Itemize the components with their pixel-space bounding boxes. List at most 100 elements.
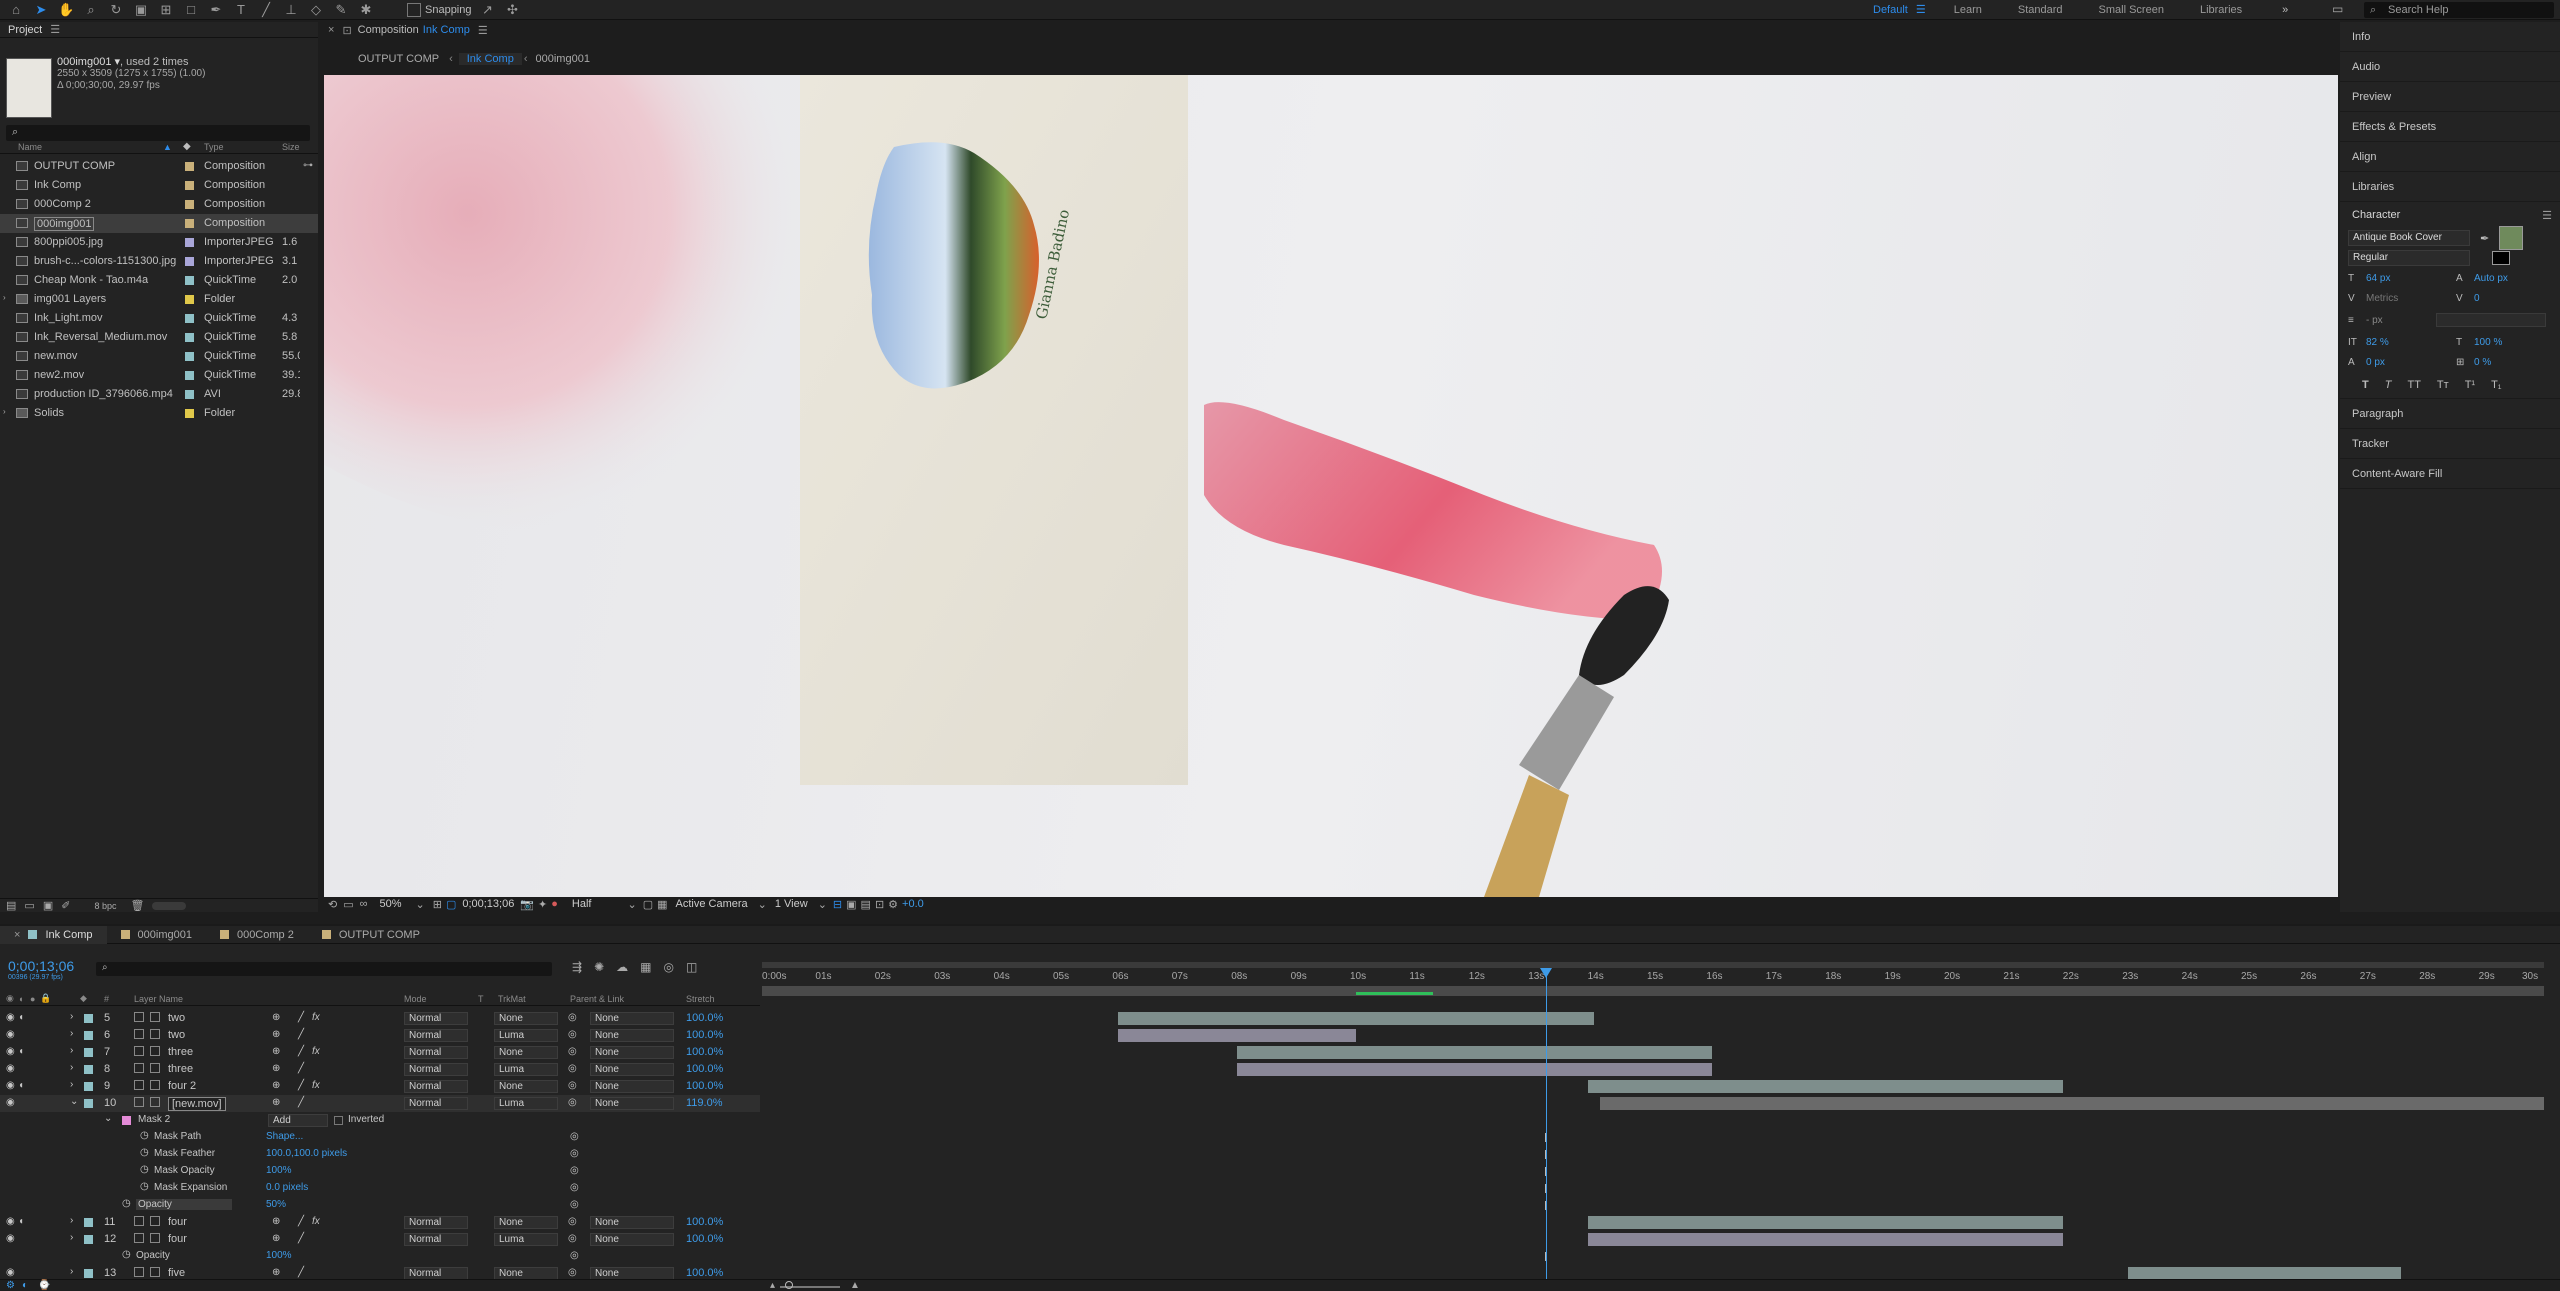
layer-row[interactable]: ◉ ◖ › 11 four ⊕ ╱ fx Normal None ◎ None 100.0%: [0, 1214, 760, 1231]
parent-pickwhip-icon[interactable]: ◎: [568, 1063, 577, 1074]
workspace-libraries[interactable]: Libraries: [2200, 4, 2242, 16]
label-swatch[interactable]: [185, 276, 194, 285]
layer-duration-bar[interactable]: [1237, 1046, 1713, 1059]
layer-label-swatch[interactable]: [84, 1269, 93, 1278]
stopwatch-icon[interactable]: ◷: [140, 1130, 149, 1141]
parent-pickwhip-icon[interactable]: ◎: [568, 1267, 577, 1278]
shy-switch-icon[interactable]: ⊕: [272, 1233, 280, 1244]
label-swatch[interactable]: [185, 238, 194, 247]
subscript-icon[interactable]: T₁: [2491, 379, 2501, 391]
search-help-input[interactable]: ⌕ Search Help: [2364, 2, 2554, 18]
trash-icon[interactable]: 🗑: [130, 899, 144, 912]
column-t[interactable]: T: [478, 994, 484, 1004]
shy-switch-icon[interactable]: ⊕: [272, 1097, 280, 1108]
transfer-controls-toggle-icon[interactable]: ◐: [22, 1280, 28, 1291]
resolution-dropdown[interactable]: Half: [572, 898, 592, 910]
project-settings-icon[interactable]: ✐: [61, 899, 70, 912]
project-item[interactable]: Ink_Light.mov QuickTime 4.3: [0, 309, 318, 328]
parent-dropdown[interactable]: None: [590, 1233, 674, 1246]
interpret-footage-icon[interactable]: ▤: [6, 899, 16, 912]
draft-3d-icon[interactable]: ✺: [594, 960, 604, 974]
faux-bold-icon[interactable]: T: [2362, 379, 2369, 391]
column-type[interactable]: Type: [204, 142, 224, 152]
camera-tool-icon[interactable]: ▣: [133, 2, 149, 18]
parent-pickwhip-icon[interactable]: ◎: [568, 1233, 577, 1244]
video-visibility-icon[interactable]: ◉: [6, 1063, 15, 1074]
project-item[interactable]: new.mov QuickTime 55.0: [0, 347, 318, 366]
parent-dropdown[interactable]: None: [590, 1080, 674, 1093]
panel-paragraph[interactable]: Paragraph: [2340, 399, 2560, 429]
column-mode[interactable]: Mode: [404, 994, 427, 1004]
quality-switch-icon[interactable]: ╱: [298, 1080, 304, 1091]
layer-switches-toggle-icon[interactable]: ⚙: [6, 1280, 15, 1291]
layer-label-swatch[interactable]: [84, 1048, 93, 1057]
shy-switch-icon[interactable]: ⊕: [272, 1267, 280, 1278]
new-composition-icon[interactable]: ▣: [43, 899, 53, 912]
fx-switch-icon[interactable]: fx: [312, 1046, 320, 1057]
clone-stamp-tool-icon[interactable]: ⊥: [283, 2, 299, 18]
parent-dropdown[interactable]: None: [590, 1029, 674, 1042]
column-stretch[interactable]: Stretch: [686, 994, 715, 1004]
label-swatch[interactable]: [185, 333, 194, 342]
audio-icon[interactable]: ◖: [18, 1216, 24, 1227]
stopwatch-icon[interactable]: ◷: [140, 1164, 149, 1175]
rectangle-tool-icon[interactable]: □: [183, 2, 199, 18]
parent-dropdown[interactable]: None: [590, 1216, 674, 1229]
chevron-right-icon[interactable]: ›: [70, 1062, 73, 1073]
layer-duration-bar[interactable]: [1118, 1012, 1594, 1025]
chevron-right-icon[interactable]: ›: [70, 1266, 73, 1277]
stretch-value[interactable]: 100.0%: [686, 1063, 723, 1075]
property-value[interactable]: Shape...: [266, 1131, 303, 1142]
property-value[interactable]: 100%: [266, 1165, 292, 1176]
video-visibility-icon[interactable]: ◉: [6, 1233, 15, 1244]
shy-switch-icon[interactable]: ⊕: [272, 1029, 280, 1040]
label-swatch[interactable]: [185, 314, 194, 323]
stretch-value[interactable]: 100.0%: [686, 1216, 723, 1228]
mask-color-swatch[interactable]: [122, 1116, 131, 1125]
stopwatch-icon[interactable]: ◷: [122, 1198, 131, 1209]
fill-color-swatch[interactable]: [2499, 226, 2524, 250]
viewer-timecode[interactable]: 0;00;13;06: [462, 898, 514, 910]
panel-toggle-icon[interactable]: ▭: [2332, 2, 2343, 16]
stroke-color-swatch[interactable]: [2492, 251, 2510, 265]
character-menu-icon[interactable]: ☰: [2542, 209, 2552, 222]
panel-audio[interactable]: Audio: [2340, 52, 2560, 82]
panel-libraries[interactable]: Libraries: [2340, 172, 2560, 202]
label-swatch[interactable]: [185, 162, 194, 171]
reset-exposure-icon[interactable]: ⚙: [888, 898, 898, 911]
layer-row[interactable]: ◉ › 8 three ⊕ ╱ Normal Luma ◎ None 100.0%: [0, 1061, 760, 1078]
layer-row[interactable]: ◉ ◖ › 9 four 2 ⊕ ╱ fx Normal None ◎ None 100.0%: [0, 1078, 760, 1095]
stretch-value[interactable]: 100.0%: [686, 1080, 723, 1092]
layer-label-swatch[interactable]: [84, 1235, 93, 1244]
parent-pickwhip-icon[interactable]: ◎: [568, 1046, 577, 1057]
timeline-zoom-handle[interactable]: [785, 1281, 793, 1289]
layer-label-swatch[interactable]: [84, 1065, 93, 1074]
video-visibility-icon[interactable]: ◉: [6, 1097, 15, 1108]
parent-pickwhip-icon[interactable]: ◎: [568, 1012, 577, 1023]
project-item[interactable]: new2.mov QuickTime 39.1: [0, 366, 318, 385]
quality-switch-icon[interactable]: ╱: [298, 1267, 304, 1278]
character-panel-title[interactable]: Character: [2352, 209, 2400, 221]
column-name[interactable]: Name: [18, 142, 42, 152]
snapping-checkbox[interactable]: [407, 2, 421, 17]
transparency-grid-icon[interactable]: ▦: [657, 898, 667, 911]
chevron-down-icon[interactable]: ⌄: [104, 1113, 112, 1124]
trkmat-dropdown[interactable]: Luma: [494, 1029, 558, 1042]
vertical-scale-value[interactable]: 82 %: [2366, 337, 2456, 348]
rotate-tool-icon[interactable]: ↻: [108, 2, 124, 18]
eraser-tool-icon[interactable]: ◇: [308, 2, 324, 18]
label-swatch[interactable]: [185, 390, 194, 399]
video-visibility-icon[interactable]: ◉: [6, 1046, 15, 1057]
eyedropper-icon[interactable]: ✒: [2480, 232, 2489, 245]
always-preview-icon[interactable]: ⟲: [328, 898, 337, 911]
close-tab-icon[interactable]: ×: [328, 24, 334, 36]
font-style-dropdown[interactable]: Regular: [2348, 250, 2470, 266]
stroke-width-value[interactable]: - px: [2366, 315, 2436, 326]
property-value[interactable]: 0.0 pixels: [266, 1182, 308, 1193]
panel-content-aware-fill[interactable]: Content-Aware Fill: [2340, 459, 2560, 489]
bit-depth-label[interactable]: 8 bpc: [94, 901, 116, 911]
video-visibility-icon[interactable]: ◉: [6, 1267, 15, 1278]
zoom-tool-icon[interactable]: ⌕: [83, 2, 99, 18]
zoom-in-icon[interactable]: ▲: [850, 1280, 860, 1291]
mask-row[interactable]: ⌄ Mask 2 Add Inverted: [0, 1112, 760, 1129]
